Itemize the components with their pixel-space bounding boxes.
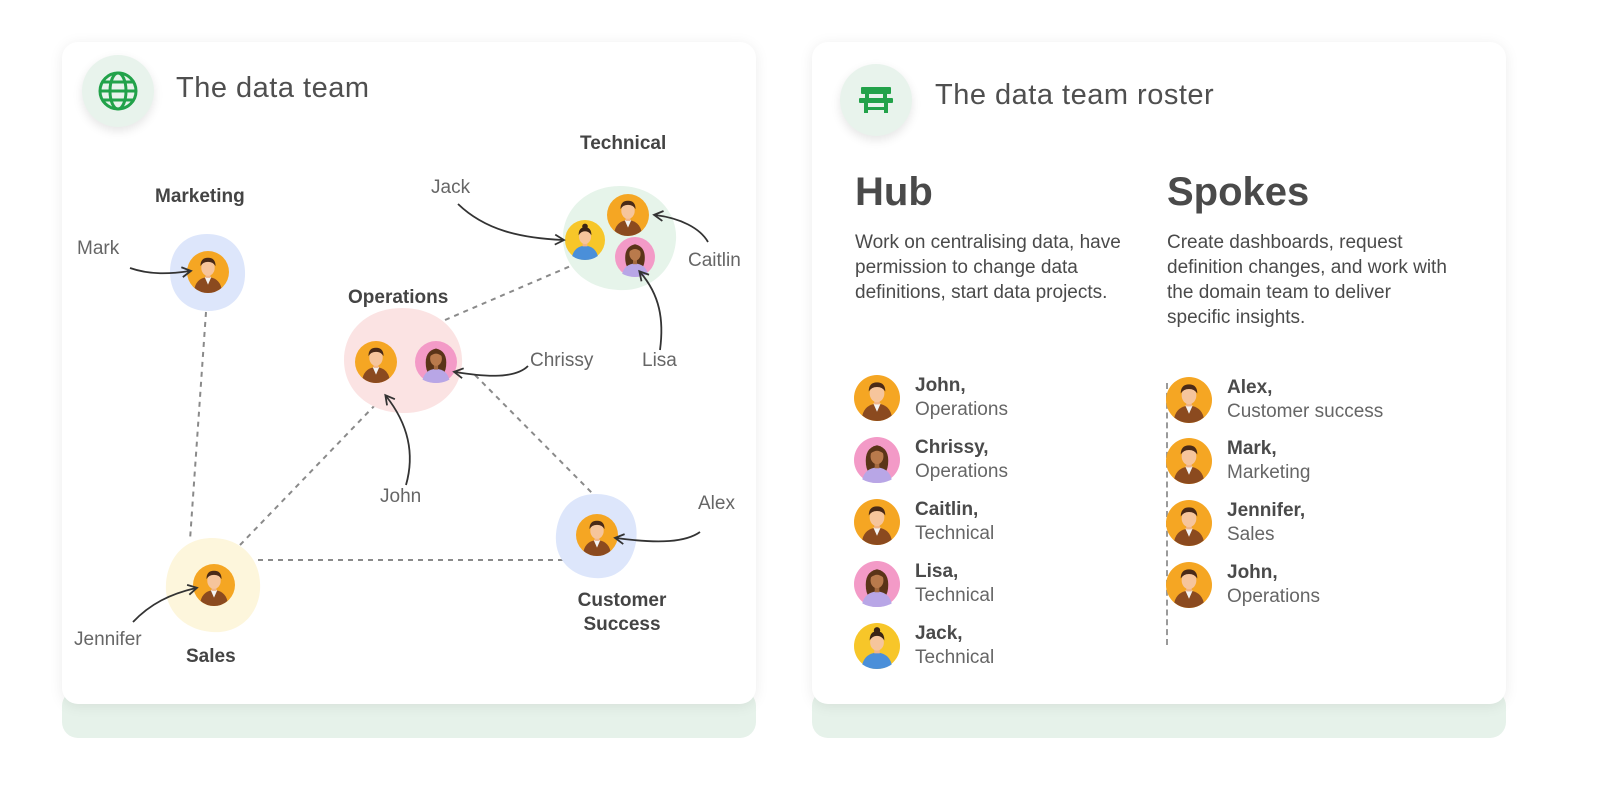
member-name: John,	[1227, 562, 1278, 583]
person-label-jack: Jack	[431, 177, 471, 198]
member-name: Mark,	[1227, 438, 1277, 459]
member-name: Jack,	[915, 623, 963, 644]
person-label-alex: Alex	[698, 493, 735, 514]
male-avatar-icon	[1166, 500, 1212, 546]
male-avatar-icon	[1166, 562, 1212, 608]
blue-avatar-icon	[854, 623, 900, 669]
male-avatar-icon	[854, 375, 900, 421]
avatar-caitlin	[607, 194, 649, 236]
group-label-customer-success: Customer Success	[560, 589, 684, 637]
avatar-alex	[576, 514, 618, 556]
member-group: Operations	[915, 399, 1008, 420]
person-label-caitlin: Caitlin	[688, 250, 741, 271]
hub-member-row: Jack, Technical	[854, 622, 994, 670]
group-label-sales: Sales	[186, 646, 236, 667]
male-avatar-icon	[854, 499, 900, 545]
member-group: Marketing	[1227, 462, 1311, 483]
link-sales-operations	[239, 401, 379, 546]
person-label-john: John	[380, 486, 422, 507]
male-avatar-icon	[1166, 377, 1212, 423]
member-group: Sales	[1227, 524, 1275, 545]
female-avatar-icon	[854, 561, 900, 607]
member-name: Caitlin,	[915, 499, 979, 520]
member-group: Operations	[1227, 586, 1320, 607]
member-group: Customer success	[1227, 401, 1384, 422]
right-card-icon-badge	[840, 64, 912, 136]
member-name: John,	[915, 375, 966, 396]
group-label-marketing: Marketing	[155, 186, 245, 207]
hub-title: Hub	[855, 170, 933, 214]
person-label-mark: Mark	[77, 238, 120, 259]
spokes-title: Spokes	[1167, 170, 1310, 214]
group-label-operations: Operations	[348, 287, 449, 308]
avatar-jennifer	[193, 564, 235, 606]
avatar-chrissy	[415, 341, 457, 383]
spoke-member-row: John, Operations	[1166, 561, 1320, 609]
person-label-jennifer: Jennifer	[74, 629, 142, 650]
spoke-member-row: Jennifer, Sales	[1166, 499, 1305, 547]
arrow-chrissy	[452, 365, 529, 379]
hub-member-row: John, Operations	[854, 374, 1008, 422]
group-label-customer-success-line1: Customer	[577, 590, 667, 611]
hub-description: Work on centralising data, have permissi…	[855, 232, 1121, 303]
member-group: Operations	[915, 461, 1008, 482]
person-label-lisa: Lisa	[642, 350, 677, 371]
avatar-jack	[565, 220, 605, 260]
hub-member-row: Lisa, Technical	[854, 560, 994, 608]
hub-member-row: Chrissy, Operations	[854, 436, 1008, 484]
avatar-john	[355, 341, 397, 383]
member-name: Chrissy,	[915, 437, 989, 458]
person-label-chrissy: Chrissy	[530, 350, 594, 371]
avatar-mark	[187, 251, 229, 293]
hub-member-row: Caitlin, Technical	[854, 498, 994, 546]
member-name: Lisa,	[915, 561, 959, 582]
group-label-customer-success-line2: Success	[583, 614, 661, 635]
member-group: Technical	[915, 585, 995, 606]
female-avatar-icon	[854, 437, 900, 483]
member-group: Technical	[915, 523, 995, 544]
member-name: Alex,	[1227, 377, 1273, 398]
link-operations-technical	[444, 261, 581, 321]
avatar-lisa	[615, 237, 655, 277]
right-card-title: The data team roster	[935, 79, 1215, 111]
member-group: Technical	[915, 647, 995, 668]
spoke-member-row: Alex, Customer success	[1166, 376, 1383, 424]
spoke-member-row: Mark, Marketing	[1166, 437, 1310, 485]
bench-icon	[859, 87, 893, 113]
link-marketing-sales	[189, 311, 207, 541]
member-name: Jennifer,	[1227, 500, 1306, 521]
spokes-description: Create dashboards, request definition ch…	[1167, 232, 1447, 328]
group-label-technical: Technical	[580, 133, 667, 154]
arrow-jack	[457, 203, 566, 246]
male-avatar-icon	[1166, 438, 1212, 484]
link-operations-customer-success	[474, 374, 596, 497]
